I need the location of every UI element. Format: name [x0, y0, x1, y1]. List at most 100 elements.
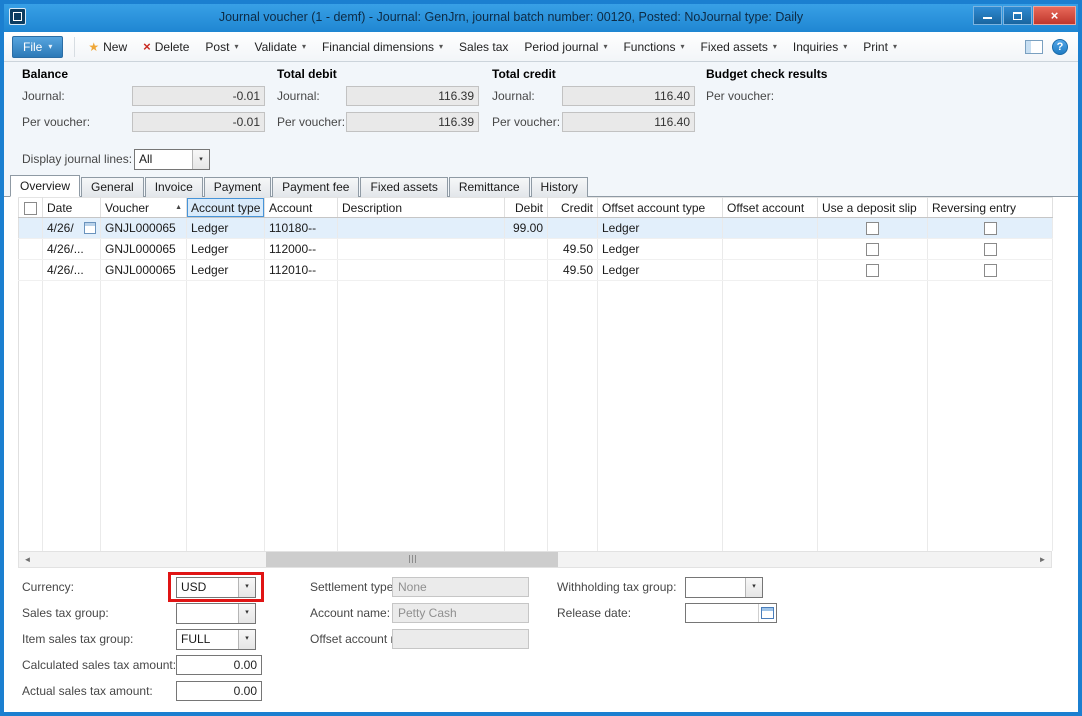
new-button[interactable]: ★ New	[80, 37, 135, 57]
select-all-checkbox[interactable]	[24, 202, 37, 215]
tab-remittance[interactable]: Remittance	[449, 177, 530, 197]
column-header-offset-account-type[interactable]: Offset account type	[598, 198, 723, 218]
balance-journal-field: -0.01	[132, 86, 265, 106]
debit-cell[interactable]	[505, 239, 548, 260]
row-selector[interactable]	[19, 218, 43, 239]
scroll-right-arrow[interactable]: ►	[1034, 552, 1051, 567]
total-debit-journal-field: 116.39	[346, 86, 479, 106]
voucher-cell[interactable]: GNJL000065	[101, 239, 187, 260]
account-type-cell[interactable]: Ledger	[187, 260, 265, 281]
use-deposit-slip-checkbox[interactable]	[866, 243, 879, 256]
close-button[interactable]: ×	[1033, 6, 1076, 25]
column-header-offset-account[interactable]: Offset account	[723, 198, 818, 218]
chevron-down-icon[interactable]: ▾	[238, 630, 255, 649]
offset-account-cell[interactable]	[723, 239, 818, 260]
voucher-cell[interactable]: GNJL000065	[101, 260, 187, 281]
tab-general[interactable]: General	[81, 177, 144, 197]
release-date-field[interactable]	[685, 603, 777, 623]
field-label: Per voucher:	[492, 115, 562, 129]
table-row[interactable]: 4/26/ GNJL000065 Ledger 110180-- 99.00 L…	[19, 218, 1053, 239]
fixed-assets-menu-button[interactable]: Fixed assets▾	[693, 37, 785, 57]
use-deposit-slip-checkbox[interactable]	[866, 264, 879, 277]
column-header-credit[interactable]: Credit	[548, 198, 598, 218]
tab-fixed-assets[interactable]: Fixed assets	[360, 177, 447, 197]
financial-dimensions-menu-button[interactable]: Financial dimensions▾	[314, 37, 451, 57]
use-deposit-slip-checkbox[interactable]	[866, 222, 879, 235]
account-type-cell[interactable]: Ledger	[187, 239, 265, 260]
debit-cell[interactable]	[505, 260, 548, 281]
date-cell[interactable]: 4/26/...	[43, 260, 101, 281]
row-selector[interactable]	[19, 239, 43, 260]
description-cell[interactable]	[338, 260, 505, 281]
tab-history[interactable]: History	[531, 177, 588, 197]
release-date-label: Release date:	[557, 603, 631, 623]
validate-menu-button[interactable]: Validate▾	[246, 37, 314, 57]
credit-cell[interactable]: 49.50	[548, 260, 598, 281]
row-selector[interactable]	[19, 260, 43, 281]
voucher-cell[interactable]: GNJL000065	[101, 218, 187, 239]
maximize-button[interactable]	[1003, 6, 1032, 25]
offset-account-type-cell[interactable]: Ledger	[598, 260, 723, 281]
scroll-left-arrow[interactable]: ◄	[19, 552, 36, 567]
column-header-account[interactable]: Account	[265, 198, 338, 218]
tab-invoice[interactable]: Invoice	[145, 177, 203, 197]
offset-account-type-cell[interactable]: Ledger	[598, 239, 723, 260]
column-header-reversing-entry[interactable]: Reversing entry	[928, 198, 1053, 218]
account-cell[interactable]: 112010--	[265, 260, 338, 281]
field-label: Per voucher:	[22, 115, 132, 129]
date-cell[interactable]: 4/26/...	[43, 239, 101, 260]
offset-account-type-cell[interactable]: Ledger	[598, 218, 723, 239]
functions-menu-button[interactable]: Functions▾	[615, 37, 692, 57]
column-header-voucher[interactable]: Voucher▲	[101, 198, 187, 218]
reversing-entry-checkbox[interactable]	[984, 264, 997, 277]
column-header-use-a-deposit-slip[interactable]: Use a deposit slip	[818, 198, 928, 218]
withholding-tax-group-value	[686, 578, 745, 597]
offset-account-cell[interactable]	[723, 260, 818, 281]
column-header-description[interactable]: Description	[338, 198, 505, 218]
credit-cell[interactable]: 49.50	[548, 239, 598, 260]
file-menu-button[interactable]: File ▾	[12, 36, 63, 58]
chevron-down-icon[interactable]: ▾	[238, 604, 255, 623]
print-menu-button[interactable]: Print▾	[855, 37, 905, 57]
table-row[interactable]: 4/26/... GNJL000065 Ledger 112000-- 49.5…	[19, 239, 1053, 260]
minimize-button[interactable]	[973, 6, 1002, 25]
account-cell[interactable]: 110180--	[265, 218, 338, 239]
help-icon[interactable]: ?	[1052, 39, 1068, 55]
account-type-cell[interactable]: Ledger	[187, 218, 265, 239]
period-journal-menu-button[interactable]: Period journal▾	[516, 37, 615, 57]
debit-cell[interactable]: 99.00	[505, 218, 548, 239]
scrollbar-track[interactable]	[36, 552, 1034, 567]
withholding-tax-group-select[interactable]: ▾	[685, 577, 763, 598]
scrollbar-thumb[interactable]	[266, 552, 558, 567]
tab-payment-fee[interactable]: Payment fee	[272, 177, 359, 197]
column-header-debit[interactable]: Debit	[505, 198, 548, 218]
dropdown-caret-icon: ▾	[603, 42, 607, 51]
date-picker-icon[interactable]	[84, 222, 96, 234]
credit-cell[interactable]	[548, 218, 598, 239]
reversing-entry-checkbox[interactable]	[984, 243, 997, 256]
sales-tax-group-select[interactable]: ▾	[176, 603, 256, 624]
post-menu-button[interactable]: Post▾	[197, 37, 246, 57]
switch-view-icon[interactable]	[1025, 40, 1043, 54]
tab-overview[interactable]: Overview	[10, 175, 80, 197]
item-sales-tax-group-select[interactable]: FULL ▾	[176, 629, 256, 650]
reversing-entry-checkbox[interactable]	[984, 222, 997, 235]
sort-ascending-icon: ▲	[175, 204, 182, 211]
description-cell[interactable]	[338, 218, 505, 239]
column-header-date[interactable]: Date	[43, 198, 101, 218]
chevron-down-icon[interactable]: ▾	[192, 150, 209, 169]
description-cell[interactable]	[338, 239, 505, 260]
inquiries-menu-button[interactable]: Inquiries▾	[785, 37, 855, 57]
delete-button[interactable]: × Delete	[135, 37, 197, 57]
chevron-down-icon[interactable]: ▾	[745, 578, 762, 597]
sales-tax-button[interactable]: Sales tax	[451, 37, 516, 57]
horizontal-scrollbar[interactable]: ◄ ►	[18, 551, 1052, 568]
app-icon	[9, 8, 26, 25]
column-header-account-type[interactable]: Account type	[187, 198, 265, 218]
table-row[interactable]: 4/26/... GNJL000065 Ledger 112010-- 49.5…	[19, 260, 1053, 281]
tab-payment[interactable]: Payment	[204, 177, 271, 197]
calendar-icon[interactable]	[758, 604, 776, 622]
offset-account-cell[interactable]	[723, 218, 818, 239]
display-journal-lines-select[interactable]: All ▾	[134, 149, 210, 170]
account-cell[interactable]: 112000--	[265, 239, 338, 260]
